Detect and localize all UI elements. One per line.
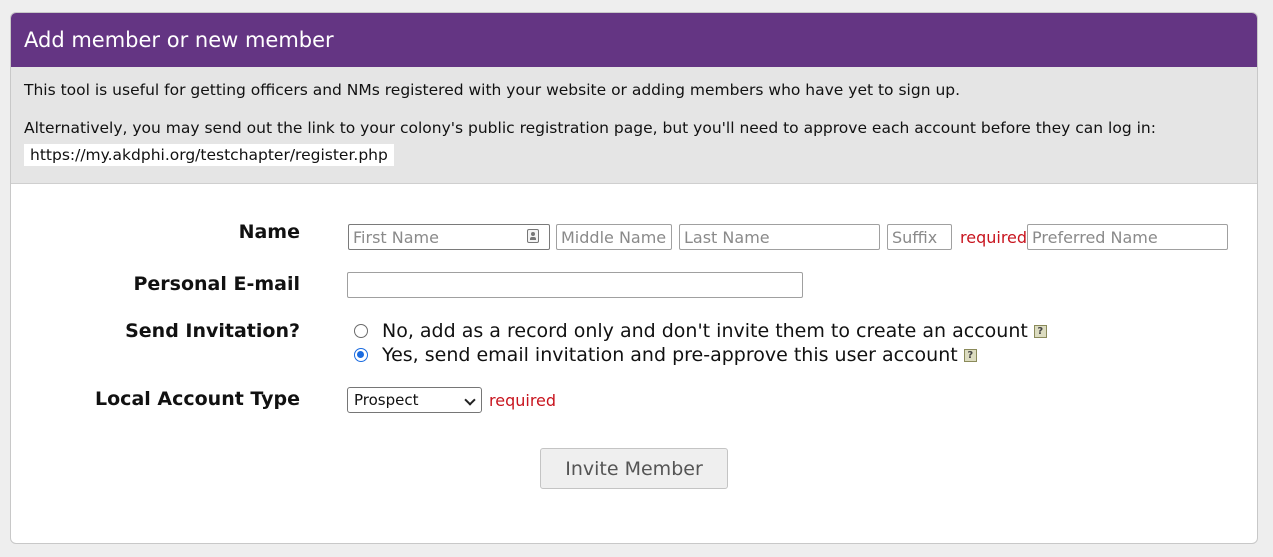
last-name-input[interactable]: [679, 224, 880, 250]
intro-text-1: This tool is useful for getting officers…: [24, 81, 961, 99]
suffix-input[interactable]: [887, 224, 952, 250]
first-name-input[interactable]: [348, 224, 550, 250]
middle-name-input[interactable]: [556, 224, 672, 250]
invite-option-no-label: No, add as a record only and don't invit…: [382, 320, 1028, 342]
email-label: Personal E-mail: [133, 273, 300, 295]
account-type-selected: Prospect: [354, 391, 419, 409]
name-label: Name: [238, 221, 300, 243]
radio-no[interactable]: [354, 324, 368, 338]
add-member-panel: Add member or new member This tool is us…: [10, 12, 1258, 544]
registration-link[interactable]: https://my.akdphi.org/testchapter/regist…: [24, 144, 394, 166]
invitation-label: Send Invitation?: [125, 320, 300, 342]
help-icon[interactable]: ?: [963, 348, 977, 362]
account-type-label: Local Account Type: [95, 388, 300, 410]
invite-option-no[interactable]: No, add as a record only and don't invit…: [354, 320, 1047, 342]
invite-member-button[interactable]: Invite Member: [540, 448, 728, 489]
invite-option-yes-label: Yes, send email invitation and pre-appro…: [382, 344, 958, 366]
preferred-name-input[interactable]: [1027, 224, 1228, 250]
help-icon[interactable]: ?: [1033, 324, 1047, 338]
intro-section: This tool is useful for getting officers…: [11, 67, 1257, 184]
invite-option-yes[interactable]: Yes, send email invitation and pre-appro…: [354, 344, 977, 366]
intro-text-2: Alternatively, you may send out the link…: [24, 119, 1156, 137]
account-type-select[interactable]: Prospect: [347, 387, 482, 413]
email-field[interactable]: [347, 272, 803, 298]
panel-title: Add member or new member: [11, 13, 1257, 67]
account-type-required-text: required: [489, 391, 557, 410]
first-name-wrap: [348, 224, 550, 250]
contact-card-icon[interactable]: [527, 229, 539, 243]
radio-yes[interactable]: [354, 348, 368, 362]
name-required-text: required: [960, 228, 1028, 247]
chevron-down-icon: [464, 394, 476, 406]
